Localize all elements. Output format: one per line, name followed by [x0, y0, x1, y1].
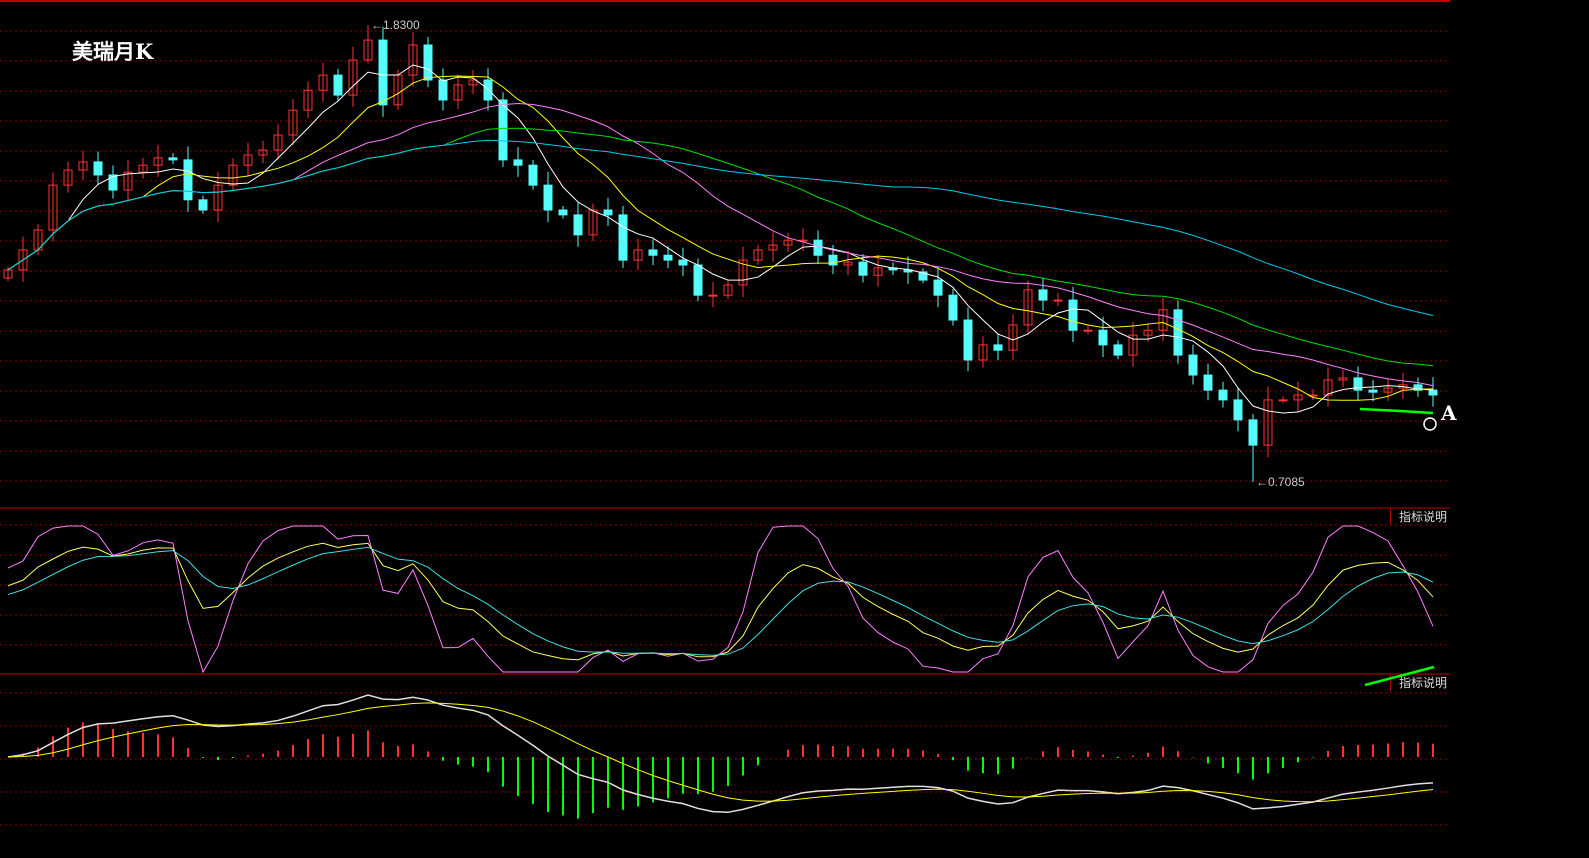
candle-down [438, 79, 448, 101]
candle-down [603, 209, 613, 216]
candle-up [1083, 329, 1093, 332]
candle-down [678, 259, 688, 266]
ma10-line [7, 75, 1434, 401]
candle-down [573, 214, 583, 236]
candle-down [1428, 389, 1438, 396]
candle-down [1188, 354, 1198, 376]
kdj-j-line [7, 525, 1434, 674]
candle-down [858, 261, 868, 276]
ma60-line [7, 139, 1434, 316]
candle-down [1098, 329, 1108, 346]
candle-down [618, 214, 628, 261]
candle-down [1068, 299, 1078, 331]
candle-down [543, 184, 553, 211]
candle-down [1173, 309, 1183, 356]
candle-down [963, 319, 973, 361]
candle-down [693, 264, 703, 296]
candlestick-chart[interactable]: ←1.8300 ←0.7085 [0, 0, 1589, 858]
divergence-trend-line [1364, 665, 1435, 687]
candle-down [1248, 419, 1258, 446]
candle-down [1203, 374, 1213, 391]
candle-down [648, 249, 658, 256]
support-trend-line [1359, 407, 1434, 415]
kdj-d-line [7, 546, 1434, 656]
candle-down [93, 161, 103, 176]
candle-up [1278, 399, 1288, 402]
candle-down [168, 157, 178, 161]
candle-down [1038, 289, 1048, 301]
kdj-k-line [7, 542, 1434, 661]
candle-down [933, 279, 943, 296]
candle-down [528, 164, 538, 186]
candle-down [183, 159, 193, 201]
max-price-label: ←1.8300 [371, 18, 420, 32]
candle-down [483, 79, 493, 101]
candle-down [498, 99, 508, 161]
candle-down [108, 174, 118, 191]
candle-down [663, 254, 673, 261]
candle-down [948, 294, 958, 321]
candle-down [378, 39, 388, 106]
candle-down [558, 209, 568, 216]
candle-down [813, 239, 823, 256]
min-price-label: ←0.7085 [1256, 475, 1305, 489]
candle-down [1218, 389, 1228, 401]
candle-down [1233, 399, 1243, 421]
candle-down [198, 199, 208, 211]
candle-down [333, 74, 343, 96]
candle-up [1053, 299, 1063, 302]
ma30-line [7, 127, 1434, 367]
candle-down [993, 344, 1003, 351]
annotation-circle [1423, 417, 1437, 431]
macd-dif-line [7, 694, 1434, 814]
macd-dea-line [7, 702, 1434, 803]
candle-down [1113, 344, 1123, 356]
candle-up [708, 294, 718, 297]
candle-down [513, 159, 523, 166]
candle-down [423, 44, 433, 81]
candle-down [1368, 389, 1378, 393]
